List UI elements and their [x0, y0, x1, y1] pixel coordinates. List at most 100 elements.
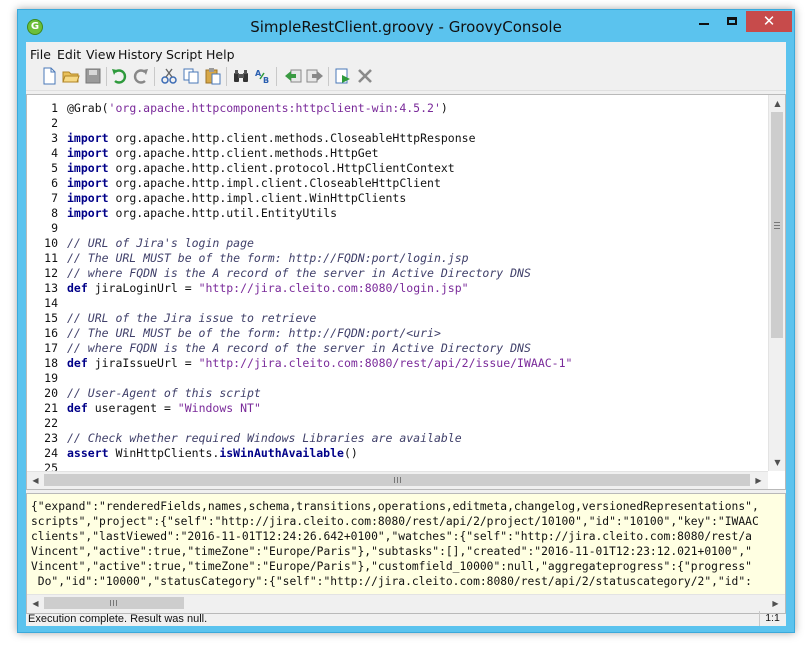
history-next-icon: [306, 69, 323, 83]
code-token: jiraLoginUrl =: [87, 281, 199, 295]
line-number: 3: [51, 131, 58, 145]
output-horizontal-scrollbar[interactable]: ◀ ▶: [27, 594, 785, 613]
code-token: def: [67, 401, 88, 415]
code-line: // URL of the Jira issue to retrieve: [67, 311, 316, 326]
maximize-button[interactable]: [718, 11, 746, 32]
thumb-grip-icon: [110, 600, 117, 606]
menu-history[interactable]: History: [118, 47, 162, 62]
code-line: def jiraIssueUrl = "http://jira.cleito.c…: [67, 356, 572, 371]
svg-text:B: B: [263, 76, 269, 85]
code-token: def: [67, 356, 88, 370]
next-history-button[interactable]: [306, 67, 324, 85]
code-token: "http://jira.cleito.com:8080/rest/api/2/…: [198, 356, 573, 370]
history-previous-icon: [285, 69, 302, 83]
code-token: // The URL MUST be of the form: http://F…: [67, 251, 469, 265]
run-script-button[interactable]: [334, 67, 352, 85]
scroll-left-arrow-icon[interactable]: ◀: [27, 472, 44, 489]
redo-icon: [133, 69, 148, 84]
thumb-grip-icon: [394, 477, 401, 483]
line-number: 14: [44, 296, 58, 310]
line-number: 11: [44, 251, 58, 265]
code-line: // Check whether required Windows Librar…: [67, 431, 462, 446]
code-token: import: [67, 176, 109, 190]
maximize-icon: [727, 17, 737, 25]
code-token: import: [67, 131, 109, 145]
previous-history-button[interactable]: [284, 67, 302, 85]
line-number: 19: [44, 371, 58, 385]
scrollbar-thumb[interactable]: [771, 112, 783, 338]
scrollbar-thumb[interactable]: [44, 474, 750, 486]
code-line: @Grab('org.apache.httpcomponents:httpcli…: [67, 101, 448, 116]
scroll-left-arrow-icon[interactable]: ◀: [27, 595, 44, 612]
line-number-gutter: 1 2 3 4 5 6 7 8 9 10 11 12 13 14 15 16 17 18 19 20 21 22 23 24 2…: [27, 95, 65, 475]
menu-file[interactable]: File: [30, 47, 51, 62]
cut-icon: [161, 68, 177, 84]
scroll-up-arrow-icon[interactable]: ▲: [769, 95, 786, 112]
run-icon: [335, 68, 350, 84]
close-button[interactable]: ✕: [746, 11, 792, 32]
scroll-down-arrow-icon[interactable]: ▼: [769, 454, 786, 471]
code-token: jiraIssueUrl =: [87, 356, 199, 370]
code-line: import org.apache.http.client.methods.Ht…: [67, 146, 379, 161]
code-token: org.apache.http.util.EntityUtils: [108, 206, 338, 220]
output-line: scripts","project":{"self":"http://jira.…: [31, 515, 759, 528]
scroll-right-arrow-icon[interactable]: ▶: [767, 595, 784, 612]
toolbar-separator: [276, 67, 277, 86]
output-line: clients","lastViewed":"2016-11-01T12:24:…: [31, 530, 752, 543]
code-token: org.apache.http.impl.client.WinHttpClien…: [108, 191, 407, 205]
output-line: {"expand":"renderedFields,names,schema,t…: [31, 500, 759, 513]
line-number: 1: [51, 101, 58, 115]
code-token: import: [67, 161, 109, 175]
copy-button[interactable]: [182, 67, 200, 85]
cut-button[interactable]: [160, 67, 178, 85]
script-editor[interactable]: 1 2 3 4 5 6 7 8 9 10 11 12 13 14 15 16 17 18 19 20 21 22 23 24 2…: [26, 94, 786, 490]
replace-button[interactable]: AB: [254, 67, 272, 85]
code-token: // Check whether required Windows Librar…: [67, 431, 462, 445]
code-token: // where FQDN is the A record of the ser…: [67, 266, 531, 280]
line-number: 20: [44, 386, 58, 400]
title-bar[interactable]: G SimpleRestClient.groovy - GroovyConsol…: [18, 10, 794, 42]
toolbar-separator: [226, 67, 227, 86]
interrupt-button[interactable]: [356, 67, 374, 85]
groovy-console-window: G SimpleRestClient.groovy - GroovyConsol…: [17, 9, 795, 633]
save-button[interactable]: [84, 67, 102, 85]
code-token: "Windows NT": [177, 401, 261, 415]
code-token: import: [67, 191, 109, 205]
toolbar-separator: [328, 67, 329, 86]
code-token: import: [67, 146, 109, 160]
paste-button[interactable]: [204, 67, 222, 85]
line-number: 6: [51, 176, 58, 190]
menu-view[interactable]: View: [86, 47, 116, 62]
menu-edit[interactable]: Edit: [57, 47, 81, 62]
menu-help[interactable]: Help: [206, 47, 235, 62]
line-number: 16: [44, 326, 58, 340]
undo-button[interactable]: [110, 67, 128, 85]
editor-vertical-scrollbar[interactable]: ▲ ▼: [768, 95, 785, 471]
line-number: 17: [44, 341, 58, 355]
open-folder-icon: [62, 71, 80, 83]
line-number: 13: [44, 281, 58, 295]
window-client-area: File Edit View History Script Help A B 1…: [26, 42, 786, 626]
output-pane[interactable]: {"expand":"renderedFields,names,schema,t…: [26, 493, 786, 614]
scroll-right-arrow-icon[interactable]: ▶: [750, 472, 767, 489]
code-line: import org.apache.http.client.methods.Cl…: [67, 131, 476, 146]
code-token: // User-Agent of this script: [67, 386, 261, 400]
new-file-button[interactable]: [40, 67, 58, 85]
code-token: // where FQDN is the A record of the ser…: [67, 341, 531, 355]
line-number: 8: [51, 206, 58, 220]
find-button[interactable]: [232, 67, 250, 85]
menu-script[interactable]: Script: [166, 47, 202, 62]
scrollbar-thumb[interactable]: [44, 597, 184, 609]
open-file-button[interactable]: [62, 67, 80, 85]
line-number: 9: [51, 221, 58, 235]
editor-horizontal-scrollbar[interactable]: ◀ ▶: [27, 471, 768, 489]
minimize-button[interactable]: [690, 11, 718, 32]
redo-button[interactable]: [132, 67, 150, 85]
code-token: // URL of the Jira issue to retrieve: [67, 311, 317, 325]
code-line: import org.apache.http.impl.client.Close…: [67, 176, 441, 191]
output-line: Vincent","active":true,"timeZone":"Europ…: [31, 560, 752, 573]
code-line: // where FQDN is the A record of the ser…: [67, 341, 531, 356]
code-line: import org.apache.http.util.EntityUtils: [67, 206, 337, 221]
toolbar: AB: [26, 64, 786, 91]
line-number: 10: [44, 236, 58, 250]
